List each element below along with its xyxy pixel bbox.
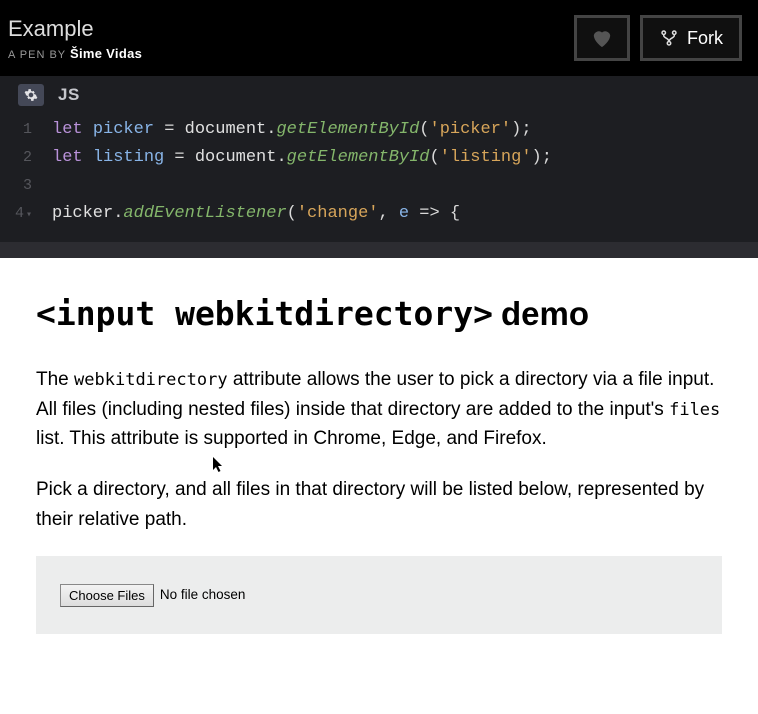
fork-button[interactable]: Fork bbox=[640, 15, 742, 61]
heading-code: <input webkitdirectory> bbox=[36, 288, 493, 339]
editor-language-label: JS bbox=[58, 85, 80, 105]
demo-heading: <input webkitdirectory> demo bbox=[36, 288, 722, 339]
code-line: 4picker.addEventListener('change', e => … bbox=[0, 200, 758, 230]
para1-seg-c: list. This attribute is supported in Chr… bbox=[36, 428, 547, 449]
code-line: 2let listing = document.getElementById('… bbox=[0, 144, 758, 172]
instruction-paragraph: Pick a directory, and all files in that … bbox=[36, 475, 722, 534]
code-webkitdirectory: webkitdirectory bbox=[74, 370, 228, 390]
editor-toolbar: JS bbox=[0, 76, 758, 110]
top-header: Example A PEN BY Šime Vidas Fork bbox=[0, 0, 758, 76]
pen-title: Example bbox=[8, 16, 142, 42]
intro-paragraph: The webkitdirectory attribute allows the… bbox=[36, 365, 722, 453]
choose-files-button[interactable]: Choose Files bbox=[60, 584, 154, 607]
line-number: 1 bbox=[0, 116, 52, 144]
preview-pane: <input webkitdirectory> demo The webkitd… bbox=[0, 258, 758, 664]
line-number: 2 bbox=[0, 144, 52, 172]
code-text: let listing = document.getElementById('l… bbox=[52, 144, 552, 172]
line-number: 3 bbox=[0, 172, 52, 200]
editor-settings-button[interactable] bbox=[18, 84, 44, 106]
header-actions: Fork bbox=[574, 15, 742, 61]
code-line: 3 bbox=[0, 172, 758, 200]
header-left-block: Example A PEN BY Šime Vidas bbox=[8, 16, 142, 61]
author-link[interactable]: Šime Vidas bbox=[70, 46, 142, 61]
heart-button[interactable] bbox=[574, 15, 630, 61]
byline-prefix: A PEN BY bbox=[8, 49, 66, 61]
file-picker-container: Choose Files No file chosen bbox=[36, 556, 722, 633]
gear-icon bbox=[24, 88, 38, 102]
code-text: let picker = document.getElementById('pi… bbox=[52, 116, 532, 144]
code-line: 1let picker = document.getElementById('p… bbox=[0, 116, 758, 144]
pen-byline: A PEN BY Šime Vidas bbox=[8, 46, 142, 61]
code-text: picker.addEventListener('change', e => { bbox=[52, 200, 460, 230]
editor-divider bbox=[0, 242, 758, 258]
file-input[interactable]: Choose Files No file chosen bbox=[60, 584, 245, 607]
code-editor[interactable]: 1let picker = document.getElementById('p… bbox=[0, 110, 758, 242]
heading-word: demo bbox=[501, 288, 589, 339]
file-status-text: No file chosen bbox=[160, 585, 246, 606]
code-files: files bbox=[669, 400, 720, 420]
fork-icon bbox=[659, 29, 679, 47]
para1-seg-a: The bbox=[36, 369, 74, 390]
line-number: 4 bbox=[0, 200, 52, 230]
fork-label: Fork bbox=[687, 28, 723, 49]
heart-icon bbox=[591, 28, 613, 48]
